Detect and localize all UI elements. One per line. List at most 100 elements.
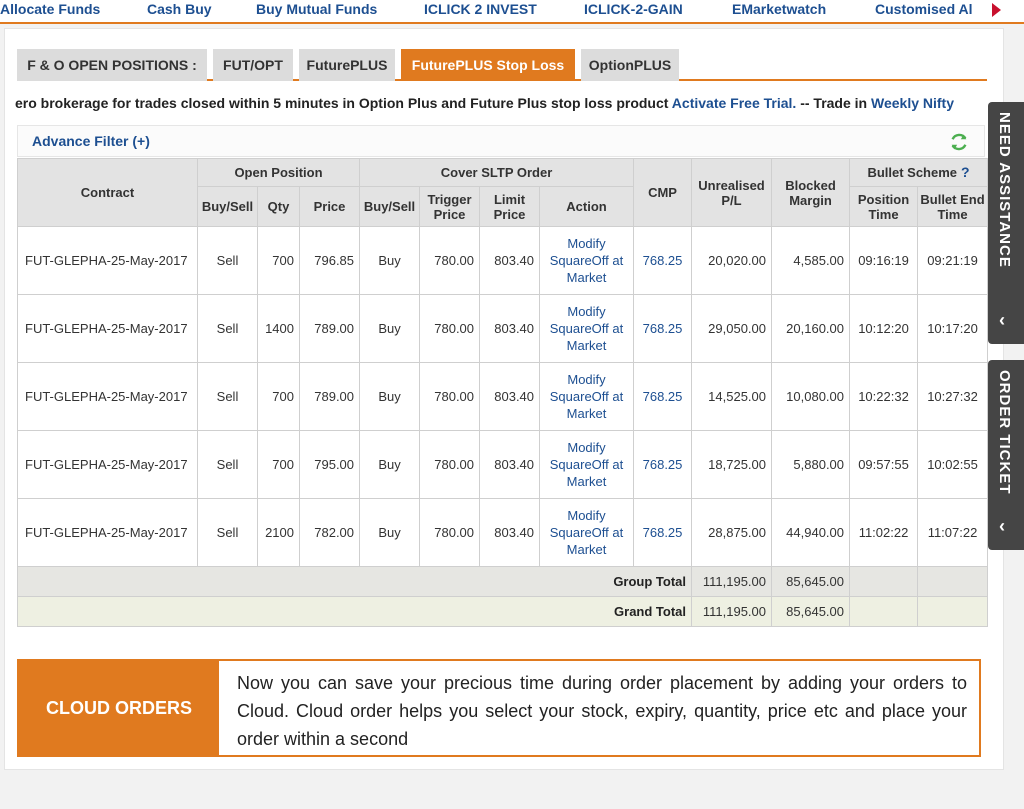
tab-heading: F & O OPEN POSITIONS :	[17, 49, 207, 81]
grand-total-empty	[917, 596, 989, 627]
cell-end-time: 10:27:32	[917, 362, 989, 431]
cmp-link[interactable]: 768.25	[633, 226, 693, 295]
cell-side: Sell	[197, 498, 258, 567]
cell-side: Sell	[197, 226, 258, 295]
bullet-scheme-label: Bullet Scheme	[867, 165, 958, 180]
cell-margin: 10,080.00	[771, 362, 851, 431]
cell-pos-time: 09:16:19	[849, 226, 919, 295]
grand-total-pl: 111,195.00	[691, 596, 773, 627]
order-ticket-label: ORDER TICKET	[996, 370, 1013, 495]
refresh-icon[interactable]	[948, 131, 970, 153]
modify-squareoff-link[interactable]: Modify SquareOff at Market	[539, 362, 635, 431]
nav-customised-al[interactable]: Customised Al	[875, 1, 973, 17]
nav-buy-mutual-funds[interactable]: Buy Mutual Funds	[256, 1, 377, 17]
nav-cash-buy[interactable]: Cash Buy	[147, 1, 212, 17]
cell-cover-side: Buy	[359, 362, 421, 431]
cell-margin: 20,160.00	[771, 294, 851, 363]
cmp-link[interactable]: 768.25	[633, 430, 693, 499]
col-trigger-price: Trigger Price	[419, 186, 481, 227]
cell-margin: 44,940.00	[771, 498, 851, 567]
cell-price: 796.85	[298, 226, 361, 295]
nav-iclick-2-invest[interactable]: ICLICK 2 INVEST	[424, 1, 537, 17]
cell-qty: 700	[257, 430, 300, 499]
help-icon[interactable]: ?	[961, 164, 970, 180]
order-ticket-tab[interactable]: ORDER TICKET ‹	[988, 360, 1024, 550]
cell-pos-time: 09:57:55	[849, 430, 919, 499]
col-position-time: Position Time	[849, 186, 919, 227]
cell-contract: FUT-GLEPHA-25-May-2017	[17, 430, 198, 499]
tab-fut-opt[interactable]: FUT/OPT	[213, 49, 293, 81]
cell-trigger: 780.00	[419, 294, 481, 363]
tab-futureplus[interactable]: FuturePLUS	[299, 49, 395, 81]
cloud-orders-title: CLOUD ORDERS	[19, 661, 219, 755]
cell-qty: 700	[257, 362, 300, 431]
cmp-link[interactable]: 768.25	[633, 294, 693, 363]
nav-scroll-right-icon[interactable]	[992, 3, 1001, 17]
col-action: Action	[539, 186, 635, 227]
group-open-position: Open Position	[196, 158, 361, 187]
cmp-link[interactable]: 768.25	[633, 362, 693, 431]
tab-optionplus[interactable]: OptionPLUS	[581, 49, 679, 81]
cell-limit: 803.40	[479, 498, 541, 567]
group-total-empty	[849, 566, 919, 597]
cell-side: Sell	[197, 294, 258, 363]
chevron-left-icon[interactable]: ‹	[999, 516, 1005, 537]
cell-end-time: 10:02:55	[917, 430, 989, 499]
chevron-left-icon[interactable]: ‹	[999, 310, 1005, 331]
top-navigation: Allocate Funds Cash Buy Buy Mutual Funds…	[0, 0, 1024, 24]
cell-side: Sell	[197, 430, 258, 499]
cell-pl: 20,020.00	[691, 226, 773, 295]
cloud-orders-banner[interactable]: CLOUD ORDERS Now you can save your preci…	[17, 659, 981, 757]
col-blocked-margin: Blocked Margin	[771, 158, 851, 227]
group-total-pl: 111,195.00	[691, 566, 773, 597]
cell-limit: 803.40	[479, 430, 541, 499]
cell-trigger: 780.00	[419, 430, 481, 499]
grand-total-label: Grand Total	[16, 596, 693, 627]
cell-pos-time: 10:12:20	[849, 294, 919, 363]
modify-squareoff-link[interactable]: Modify SquareOff at Market	[539, 294, 635, 363]
col-contract: Contract	[17, 158, 198, 227]
cell-side: Sell	[197, 362, 258, 431]
col-cmp: CMP	[633, 158, 693, 227]
table-row: FUT-GLEPHA-25-May-2017 Sell 700 795.00 B…	[17, 430, 989, 499]
modify-squareoff-link[interactable]: Modify SquareOff at Market	[539, 226, 635, 295]
modify-squareoff-link[interactable]: Modify SquareOff at Market	[539, 498, 635, 567]
need-assistance-tab[interactable]: NEED ASSISTANCE ‹	[988, 102, 1024, 344]
cell-trigger: 780.00	[419, 226, 481, 295]
modify-squareoff-link[interactable]: Modify SquareOff at Market	[539, 430, 635, 499]
nav-iclick-2-gain[interactable]: ICLICK-2-GAIN	[584, 1, 683, 17]
table-row: FUT-GLEPHA-25-May-2017 Sell 2100 782.00 …	[17, 498, 989, 567]
promo-mid-text: -- Trade in	[796, 95, 871, 111]
cell-margin: 5,880.00	[771, 430, 851, 499]
cell-end-time: 09:21:19	[917, 226, 989, 295]
cell-price: 795.00	[298, 430, 361, 499]
cell-margin: 4,585.00	[771, 226, 851, 295]
nav-emarketwatch[interactable]: EMarketwatch	[732, 1, 826, 17]
table-row: FUT-GLEPHA-25-May-2017 Sell 700 796.85 B…	[17, 226, 989, 295]
cell-pl: 14,525.00	[691, 362, 773, 431]
cell-price: 789.00	[298, 362, 361, 431]
cell-pl: 29,050.00	[691, 294, 773, 363]
cell-contract: FUT-GLEPHA-25-May-2017	[17, 498, 198, 567]
promo-text-wrap: ero brokerage for trades closed within 5…	[15, 95, 954, 111]
nav-allocate-funds[interactable]: Allocate Funds	[0, 1, 100, 17]
group-total-label: Group Total	[16, 566, 693, 597]
tab-futureplus-stop-loss[interactable]: FuturePLUS Stop Loss	[401, 49, 575, 81]
cell-price: 789.00	[298, 294, 361, 363]
advance-filter-toggle[interactable]: Advance Filter (+)	[32, 133, 150, 149]
cell-cover-side: Buy	[359, 430, 421, 499]
col-qty: Qty	[257, 186, 300, 227]
col-buy-sell: Buy/Sell	[197, 186, 258, 227]
activate-free-trial-link[interactable]: Activate Free Trial.	[672, 95, 797, 111]
cell-qty: 1400	[257, 294, 300, 363]
cloud-orders-description: Now you can save your precious time duri…	[237, 673, 967, 749]
need-assistance-label: NEED ASSISTANCE	[996, 112, 1013, 268]
cmp-link[interactable]: 768.25	[633, 498, 693, 567]
positions-panel: F & O OPEN POSITIONS : FUT/OPT FuturePLU…	[4, 28, 1004, 770]
col-unrealised-pl: Unrealised P/L	[691, 158, 773, 227]
cell-pos-time: 11:02:22	[849, 498, 919, 567]
group-total-margin: 85,645.00	[771, 566, 851, 597]
cell-end-time: 11:07:22	[917, 498, 989, 567]
group-total-row: Group Total 111,195.00 85,645.00	[16, 566, 989, 597]
weekly-nifty-link[interactable]: Weekly Nifty	[871, 95, 954, 111]
